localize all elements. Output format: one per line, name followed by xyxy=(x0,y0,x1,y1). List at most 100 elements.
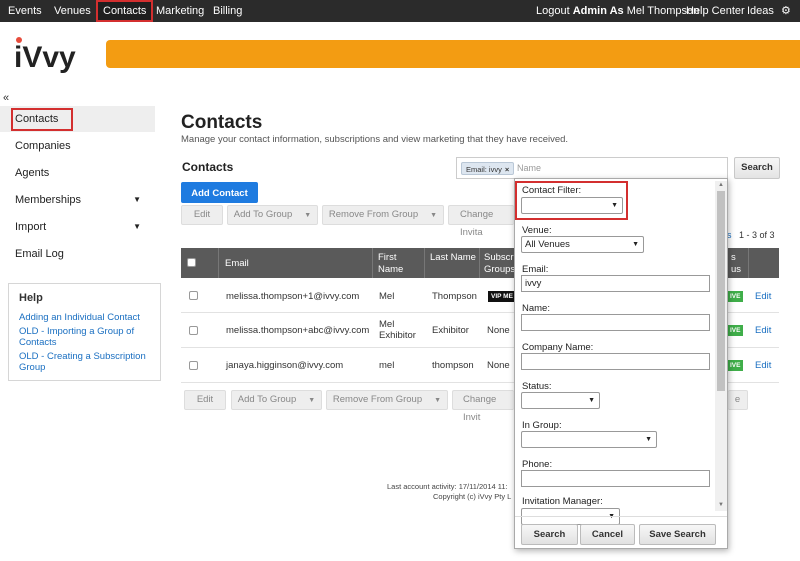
col-status-line1: s xyxy=(731,252,736,263)
sidebar-item-agents[interactable]: Agents xyxy=(0,160,155,186)
ideas-link[interactable]: Ideas xyxy=(747,0,774,22)
sidebar-item-companies[interactable]: Companies xyxy=(0,133,155,159)
pager-count: 1 - 3 of 3 xyxy=(739,230,775,240)
row-email: melissa.thompson+1@ivvy.com xyxy=(226,291,360,302)
save-search-button[interactable]: Save Search xyxy=(639,524,716,545)
status-select[interactable]: ▼ xyxy=(521,392,600,409)
help-center-link[interactable]: Help Center xyxy=(686,0,745,22)
scroll-thumb[interactable] xyxy=(717,191,725,391)
last-activity: Last account activity: 17/11/2014 11: xyxy=(387,482,508,491)
row-first-name: Mel xyxy=(379,291,395,302)
close-icon[interactable]: × xyxy=(505,165,509,174)
col-email[interactable]: Email xyxy=(219,248,373,278)
row-email: melissa.thompson+abc@ivvy.com xyxy=(226,325,370,336)
company-label: Company Name: xyxy=(522,342,594,353)
page-title: Contacts xyxy=(181,112,263,133)
in-group-select[interactable]: ▼ xyxy=(521,431,657,448)
status-badge: IVE xyxy=(727,360,744,371)
filter-chip[interactable]: Email: ivvy × xyxy=(461,162,515,175)
filter-panel: Contact Filter: ▼ Venue: All Venues ▼ Ema… xyxy=(514,178,728,549)
caret-down-icon: ▼ xyxy=(632,241,639,248)
phone-field[interactable] xyxy=(521,470,710,487)
help-link-add-contact[interactable]: Adding an Individual Contact xyxy=(19,312,150,323)
change-invite-button-bottom[interactable]: Change Invit xyxy=(452,390,514,423)
edit-link[interactable]: Edit xyxy=(755,360,771,371)
top-nav-bar: Events Venues Contacts Marketing Billing… xyxy=(0,0,800,22)
status-label: Status: xyxy=(522,381,552,392)
caret-down-icon: ▼ xyxy=(304,212,312,219)
edit-link[interactable]: Edit xyxy=(755,291,771,302)
highlight-box xyxy=(11,108,73,131)
add-to-group-button-bottom[interactable]: Add To Group ▼ xyxy=(231,390,322,410)
add-to-group-button[interactable]: Add To Group ▼ xyxy=(227,205,318,225)
toolbar-trail-button[interactable]: e xyxy=(728,390,748,410)
email-field[interactable]: ivvy xyxy=(521,275,710,292)
section-title: Contacts xyxy=(182,160,234,174)
edit-button-bottom[interactable]: Edit xyxy=(184,390,226,410)
row-group: None xyxy=(487,325,510,336)
filter-search-button[interactable]: Search xyxy=(521,524,578,545)
add-to-group-label: Add To Group xyxy=(237,394,297,405)
ivvy-logo[interactable]: iVvy xyxy=(14,36,94,74)
help-panel: Help Adding an Individual Contact OLD - … xyxy=(8,283,161,381)
col-first-name[interactable]: First Name xyxy=(373,248,425,278)
status-badge: IVE xyxy=(727,325,744,336)
sidebar-item-label: Memberships xyxy=(15,194,82,206)
sidebar-item-memberships[interactable]: Memberships ▼ xyxy=(0,187,155,213)
sidebar-item-import[interactable]: Import ▼ xyxy=(0,214,155,240)
caret-down-icon: ▼ xyxy=(588,397,595,404)
remove-from-group-label: Remove From Group xyxy=(328,209,419,220)
search-button[interactable]: Search xyxy=(734,157,780,179)
row-first-name: mel xyxy=(379,360,395,371)
edit-link[interactable]: Edit xyxy=(755,325,771,336)
edit-button[interactable]: Edit xyxy=(181,205,223,225)
select-all-checkbox[interactable] xyxy=(187,258,196,267)
highlight-box xyxy=(515,181,628,220)
col-last-name[interactable]: Last Name xyxy=(425,248,480,278)
row-last-name: thompson xyxy=(432,360,474,371)
filter-cancel-button[interactable]: Cancel xyxy=(580,524,635,545)
sidebar-item-email-log[interactable]: Email Log xyxy=(0,241,155,267)
nav-billing[interactable]: Billing xyxy=(213,0,242,22)
row-last-name: Exhibitor xyxy=(432,325,469,336)
help-link-import-group[interactable]: OLD - Importing a Group of Contacts xyxy=(19,326,150,348)
remove-from-group-label: Remove From Group xyxy=(332,394,423,405)
nav-contacts[interactable]: Contacts xyxy=(96,0,154,22)
row-checkbox[interactable] xyxy=(189,361,198,370)
help-title: Help xyxy=(19,292,43,304)
name-field[interactable] xyxy=(521,314,710,331)
venue-select[interactable]: All Venues ▼ xyxy=(521,236,644,253)
row-checkbox[interactable] xyxy=(189,326,198,335)
logout-link[interactable]: Logout Admin As Mel Thompson xyxy=(536,0,699,22)
remove-from-group-button-bottom[interactable]: Remove From Group ▼ xyxy=(326,390,448,410)
search-box[interactable]: Email: ivvy × Name xyxy=(456,157,728,179)
nav-marketing[interactable]: Marketing xyxy=(156,0,204,22)
help-link-subscription-group[interactable]: OLD - Creating a Subscription Group xyxy=(19,351,150,373)
caret-down-icon: ▼ xyxy=(434,397,442,404)
admin-as-label: Admin As xyxy=(572,5,624,17)
nav-events[interactable]: Events xyxy=(8,0,42,22)
gear-icon[interactable]: ⚙ xyxy=(781,0,791,22)
row-checkbox[interactable] xyxy=(189,291,198,300)
company-field[interactable] xyxy=(521,353,710,370)
name-label: Name: xyxy=(522,303,550,314)
filter-scrollbar[interactable]: ▲ ▼ xyxy=(715,181,727,511)
collapse-sidebar-icon[interactable]: « xyxy=(3,92,9,104)
scroll-down-icon[interactable]: ▼ xyxy=(718,502,724,508)
row-last-name: Thompson xyxy=(432,291,477,302)
add-contact-button[interactable]: Add Contact xyxy=(181,182,258,203)
caret-down-icon: ▼ xyxy=(308,397,316,404)
caret-down-icon: ▼ xyxy=(133,195,141,204)
group-badge: VIP ME xyxy=(488,291,516,302)
nav-venues[interactable]: Venues xyxy=(54,0,91,22)
header-checkbox-cell xyxy=(181,248,219,278)
search-input[interactable]: Name xyxy=(517,163,541,173)
add-to-group-label: Add To Group xyxy=(233,209,293,220)
page-subtitle: Manage your contact information, subscri… xyxy=(181,134,569,145)
col-status[interactable]: s us xyxy=(729,248,749,278)
remove-from-group-button[interactable]: Remove From Group ▼ xyxy=(322,205,444,225)
copyright: Copyright (c) iVvy Pty L xyxy=(433,492,512,501)
change-invite-button[interactable]: Change Invita xyxy=(448,205,514,238)
scroll-up-icon[interactable]: ▲ xyxy=(718,182,724,188)
in-group-label: In Group: xyxy=(522,420,562,431)
